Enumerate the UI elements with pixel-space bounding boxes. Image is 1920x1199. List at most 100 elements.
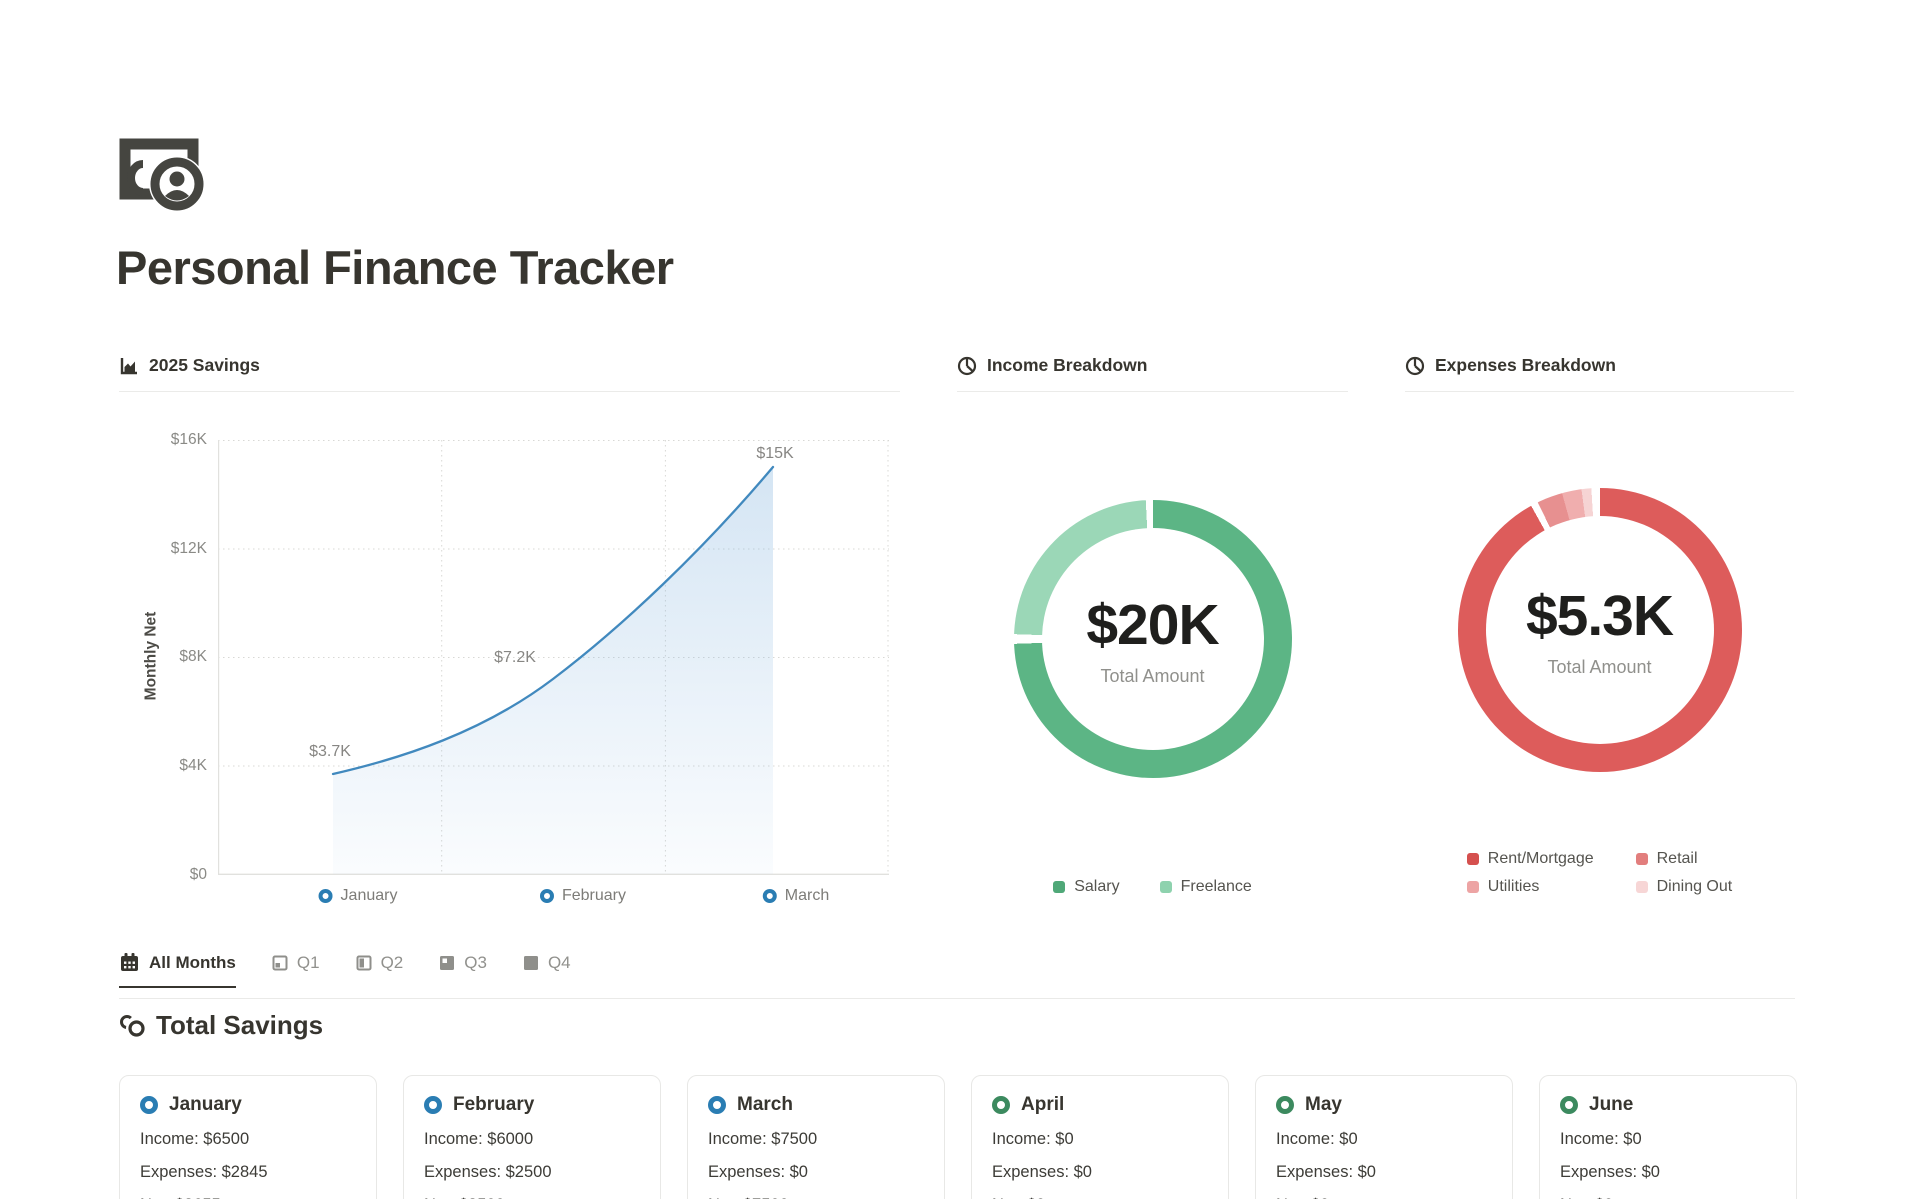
legend-label: Salary [1074,878,1119,896]
card-expenses: Expenses: $0 [992,1162,1208,1182]
quarter-4-icon [523,955,539,971]
y-tick: $4K [125,757,207,775]
legend-item-freelance: Freelance [1160,878,1252,896]
retail-swatch [1636,853,1648,865]
quarter-3-icon [439,955,455,971]
income-total: $20K [1086,592,1218,658]
quarter-1-icon [272,955,288,971]
card-income: Income: $7500 [708,1129,924,1149]
point-label-march: $15K [756,445,793,463]
freelance-swatch [1160,881,1172,893]
y-tick: $16K [125,431,207,449]
expenses-donut-center: $5.3K Total Amount [1458,488,1742,772]
tab-label: Q4 [548,953,571,973]
month-card-may[interactable]: May Income: $0 Expenses: $0 Net: $0 [1255,1075,1513,1199]
tab-q3[interactable]: Q3 [439,953,487,988]
card-net: Net: $7500 [708,1195,924,1199]
month-card-april[interactable]: April Income: $0 Expenses: $0 Net: $0 [971,1075,1229,1199]
card-expenses: Expenses: $0 [1276,1162,1492,1182]
expenses-breakdown-section: Expenses Breakdown $5.3K Total Amount Re… [1405,355,1794,952]
card-net: Net: $0 [1276,1195,1492,1199]
legend-label: Retail [1657,850,1698,868]
tab-all-months[interactable]: All Months [119,952,236,988]
income-breakdown-title: Income Breakdown [987,355,1147,376]
legend-label: Rent/Mortgage [1488,850,1594,868]
x-tick-february: February [562,887,626,905]
legend-label: Dining Out [1657,878,1733,896]
expenses-legend: Rent/Mortgage Retail Utilities Dining Ou… [1405,850,1794,896]
utilities-swatch [1467,881,1479,893]
quarter-2-icon [356,955,372,971]
legend-label: Freelance [1181,878,1252,896]
card-month-name: January [169,1094,242,1116]
month-ring-icon [140,1096,158,1114]
area-chart-icon [119,356,139,376]
month-ring-icon [708,1096,726,1114]
savings-plot-area: $3.7K $7.2K $15K [218,440,889,875]
pie-chart-icon [957,356,977,376]
tab-label: All Months [149,953,236,973]
month-card-june[interactable]: June Income: $0 Expenses: $0 Net: $0 [1539,1075,1797,1199]
month-ring-icon [424,1096,442,1114]
legend-item-rent: Rent/Mortgage [1467,850,1594,868]
y-tick: $8K [125,648,207,666]
card-income: Income: $0 [1276,1129,1492,1149]
tab-q1[interactable]: Q1 [272,953,320,988]
card-net: Net: $3655 [140,1195,356,1199]
savings-chart: Monthly Net $16K $12K $8K $4K $0 [119,392,900,952]
legend-item-dining-out: Dining Out [1636,878,1733,896]
page-title: Personal Finance Tracker [116,240,674,295]
month-card-february[interactable]: February Income: $6000 Expenses: $2500 N… [403,1075,661,1199]
legend-item-utilities: Utilities [1467,878,1594,896]
expenses-breakdown-header: Expenses Breakdown [1405,355,1794,392]
legend-item-salary: Salary [1053,878,1119,896]
card-income: Income: $0 [992,1129,1208,1149]
savings-chart-header: 2025 Savings [119,355,900,392]
income-total-caption: Total Amount [1100,666,1204,687]
legend-item-retail: Retail [1636,850,1733,868]
card-net: Net: $0 [992,1195,1208,1199]
x-axis-labels: January February March [218,887,889,913]
expenses-total-caption: Total Amount [1547,657,1651,678]
card-month-name: April [1021,1094,1064,1116]
month-marker-icon [540,889,554,903]
card-expenses: Expenses: $2500 [424,1162,640,1182]
card-income: Income: $0 [1560,1129,1776,1149]
tab-q4[interactable]: Q4 [523,953,571,988]
card-income: Income: $6000 [424,1129,640,1149]
card-expenses: Expenses: $2845 [140,1162,356,1182]
savings-chart-title: 2025 Savings [149,355,260,376]
money-coin-icon [119,136,211,212]
calendar-icon [119,952,140,973]
pie-chart-icon [1405,356,1425,376]
card-net: Net: $3500 [424,1195,640,1199]
month-marker-icon [763,889,777,903]
month-marker-icon [319,889,333,903]
salary-swatch [1053,881,1065,893]
tab-label: Q2 [381,953,404,973]
total-savings-heading: Total Savings [119,1010,323,1041]
tab-q2[interactable]: Q2 [356,953,404,988]
savings-chart-section: 2025 Savings Monthly Net $16K $12K $8K $… [119,355,900,952]
card-expenses: Expenses: $0 [1560,1162,1776,1182]
y-tick: $0 [125,866,207,884]
card-expenses: Expenses: $0 [708,1162,924,1182]
card-income: Income: $6500 [140,1129,356,1149]
expenses-breakdown-title: Expenses Breakdown [1435,355,1616,376]
month-card-march[interactable]: March Income: $7500 Expenses: $0 Net: $7… [687,1075,945,1199]
month-card-january[interactable]: January Income: $6500 Expenses: $2845 Ne… [119,1075,377,1199]
card-net: Net: $0 [1560,1195,1776,1199]
period-tabs: All Months Q1 Q2 Q3 [119,952,571,988]
card-month-name: March [737,1094,793,1116]
expenses-total: $5.3K [1526,583,1673,649]
personal-finance-tracker-page: { "page": { "title": "Personal Finance T… [0,0,1920,1199]
month-ring-icon [992,1096,1010,1114]
income-breakdown-section: Income Breakdown $20K Total Amount Salar… [957,355,1348,952]
income-breakdown-header: Income Breakdown [957,355,1348,392]
total-savings-title: Total Savings [156,1010,323,1041]
dining-out-swatch [1636,881,1648,893]
month-ring-icon [1560,1096,1578,1114]
rent-swatch [1467,853,1479,865]
x-tick-january: January [341,887,398,905]
x-tick-march: March [785,887,829,905]
